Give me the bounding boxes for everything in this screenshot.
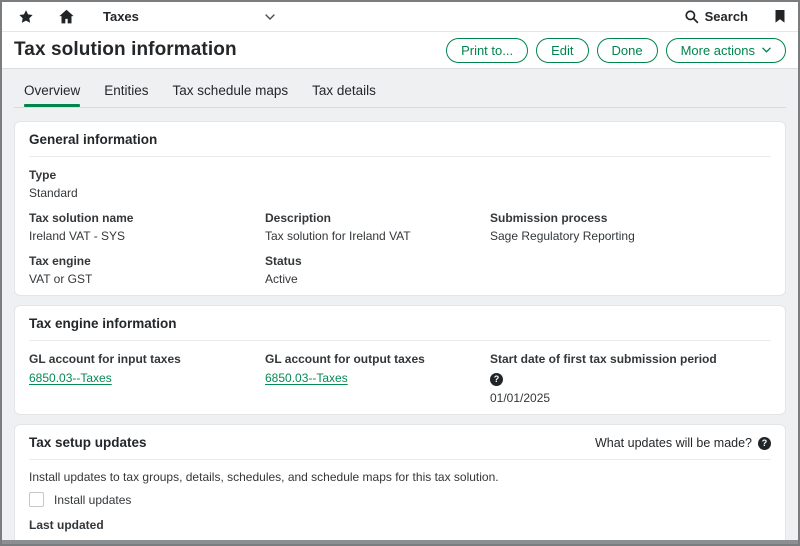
general-information-card: General information Type Standard Tax so… bbox=[14, 121, 786, 296]
window-bottom-edge bbox=[2, 540, 798, 544]
tax-engine-information-card: Tax engine information GL account for in… bbox=[14, 305, 786, 415]
tax-setup-updates-card: Tax setup updates What updates will be m… bbox=[14, 424, 786, 544]
tab-bar: Overview Entities Tax schedule maps Tax … bbox=[14, 69, 786, 108]
install-updates-checkbox[interactable] bbox=[29, 492, 44, 507]
done-button[interactable]: Done bbox=[596, 37, 658, 63]
what-updates-help-link[interactable]: What updates will be made? ? bbox=[595, 436, 771, 450]
gl-input-account-link[interactable]: 6850.03--Taxes bbox=[29, 371, 112, 385]
search-icon bbox=[684, 9, 699, 24]
tax-engine-value: VAT or GST bbox=[29, 272, 93, 286]
module-dropdown-label: Taxes bbox=[103, 9, 139, 24]
app-window: Taxes Search Tax solution information Pr… bbox=[0, 0, 800, 546]
page-content: Overview Entities Tax schedule maps Tax … bbox=[2, 69, 798, 544]
start-date-label: Start date of first tax submission perio… bbox=[490, 352, 717, 366]
type-value: Standard bbox=[29, 186, 78, 200]
more-actions-button[interactable]: More actions bbox=[665, 37, 786, 63]
tax-solution-name-label: Tax solution name bbox=[29, 211, 134, 225]
tax-solution-name-field: Tax solution name Ireland VAT - SYS bbox=[29, 211, 265, 243]
last-updated-label: Last updated bbox=[29, 518, 104, 532]
submission-process-field: Submission process Sage Regulatory Repor… bbox=[490, 211, 771, 243]
header-actions: Print to... Edit Done More actions bbox=[446, 37, 786, 63]
type-label: Type bbox=[29, 168, 57, 182]
favorites-star-icon[interactable] bbox=[18, 9, 34, 25]
chevron-down-icon bbox=[762, 47, 771, 53]
tax-setup-updates-header: Tax setup updates What updates will be m… bbox=[29, 435, 771, 460]
general-information-title: General information bbox=[29, 132, 158, 147]
description-value: Tax solution for Ireland VAT bbox=[265, 229, 411, 243]
description-field: Description Tax solution for Ireland VAT bbox=[265, 211, 490, 243]
topbar-right-group: Search bbox=[684, 9, 788, 24]
status-label: Status bbox=[265, 254, 302, 268]
gl-output-taxes-label: GL account for output taxes bbox=[265, 352, 425, 366]
tax-engine-field: Tax engine VAT or GST bbox=[29, 254, 265, 286]
gl-input-taxes-field: GL account for input taxes 6850.03--Taxe… bbox=[29, 352, 265, 405]
general-information-header: General information bbox=[29, 132, 771, 157]
edit-button[interactable]: Edit bbox=[536, 37, 589, 63]
more-actions-label: More actions bbox=[680, 42, 755, 58]
tab-entities[interactable]: Entities bbox=[104, 83, 148, 107]
install-updates-row[interactable]: Install updates bbox=[29, 492, 771, 507]
tax-setup-updates-description: Install updates to tax groups, details, … bbox=[29, 470, 499, 484]
submission-process-label: Submission process bbox=[490, 211, 608, 225]
tab-tax-details[interactable]: Tax details bbox=[312, 83, 376, 107]
page-title: Tax solution information bbox=[14, 39, 237, 60]
gl-output-account-link[interactable]: 6850.03--Taxes bbox=[265, 371, 348, 385]
tab-overview[interactable]: Overview bbox=[24, 83, 81, 107]
module-dropdown[interactable]: Taxes bbox=[103, 9, 275, 24]
tax-engine-label: Tax engine bbox=[29, 254, 91, 268]
tax-engine-information-header: Tax engine information bbox=[29, 316, 771, 341]
submission-process-value: Sage Regulatory Reporting bbox=[490, 229, 635, 243]
install-updates-label: Install updates bbox=[54, 492, 132, 507]
description-label: Description bbox=[265, 211, 332, 225]
tax-setup-updates-title: Tax setup updates bbox=[29, 435, 147, 450]
tax-solution-name-value: Ireland VAT - SYS bbox=[29, 229, 126, 243]
search-button[interactable]: Search bbox=[684, 9, 748, 24]
gl-output-taxes-field: GL account for output taxes 6850.03--Tax… bbox=[265, 352, 490, 405]
tax-engine-information-title: Tax engine information bbox=[29, 316, 177, 331]
help-icon[interactable]: ? bbox=[490, 373, 503, 386]
tab-tax-schedule-maps[interactable]: Tax schedule maps bbox=[173, 83, 289, 107]
page-header: Tax solution information Print to... Edi… bbox=[2, 32, 798, 69]
general-row-3: Tax engine VAT or GST Status Active bbox=[29, 243, 771, 286]
top-navigation-bar: Taxes Search bbox=[2, 2, 798, 32]
status-field: Status Active bbox=[265, 254, 490, 286]
gl-input-taxes-label: GL account for input taxes bbox=[29, 352, 181, 366]
tax-engine-row: GL account for input taxes 6850.03--Taxe… bbox=[29, 341, 771, 405]
print-to-button[interactable]: Print to... bbox=[446, 37, 529, 63]
bookmark-icon[interactable] bbox=[774, 9, 786, 24]
general-row-2: Tax solution name Ireland VAT - SYS Desc… bbox=[29, 200, 771, 243]
chevron-down-icon bbox=[265, 13, 275, 20]
start-date-help-row: ? bbox=[490, 369, 771, 387]
search-label: Search bbox=[704, 9, 748, 24]
home-icon[interactable] bbox=[58, 8, 75, 25]
status-value: Active bbox=[265, 272, 298, 286]
general-row-1: Type Standard bbox=[29, 157, 771, 200]
start-date-field: Start date of first tax submission perio… bbox=[490, 352, 771, 405]
start-date-value: 01/01/2025 bbox=[490, 391, 551, 405]
type-field: Type Standard bbox=[29, 168, 265, 200]
what-updates-help-text: What updates will be made? bbox=[594, 436, 752, 450]
help-icon: ? bbox=[758, 436, 771, 450]
